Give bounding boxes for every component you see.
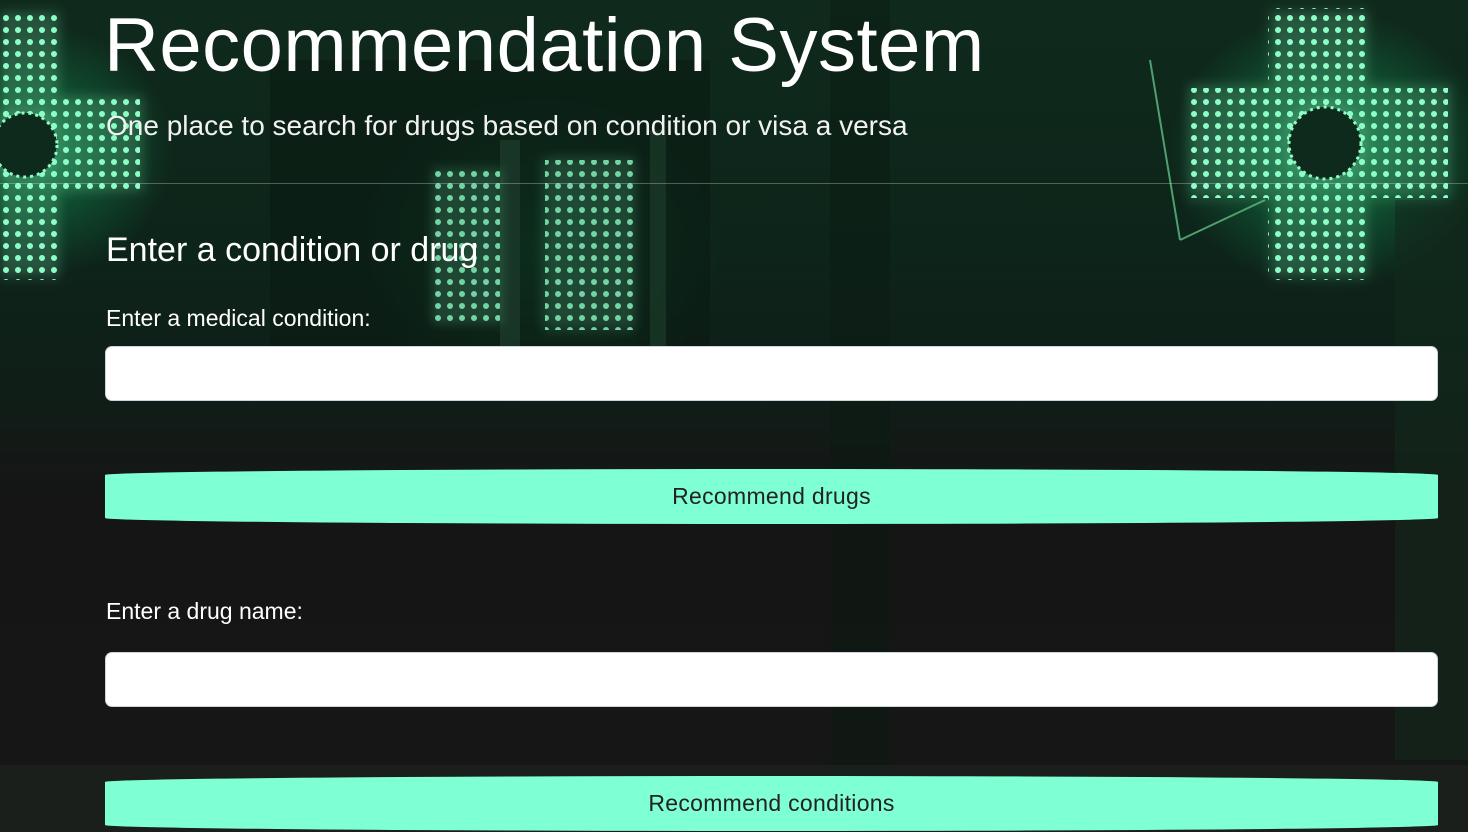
page-title: Recommendation System (104, 3, 985, 88)
medical-condition-input[interactable] (105, 346, 1438, 401)
drug-name-input[interactable] (105, 652, 1438, 707)
page-subtitle: One place to search for drugs based on c… (106, 110, 908, 141)
medical-condition-label: Enter a medical condition: (106, 305, 371, 331)
recommend-drugs-button[interactable]: Recommend drugs (105, 469, 1438, 524)
divider (0, 183, 1468, 184)
drug-name-label: Enter a drug name: (106, 598, 303, 624)
form-heading: Enter a condition or drug (106, 231, 479, 269)
page: Recommendation System One place to searc… (0, 0, 1468, 832)
recommend-conditions-button[interactable]: Recommend conditions (105, 776, 1438, 831)
